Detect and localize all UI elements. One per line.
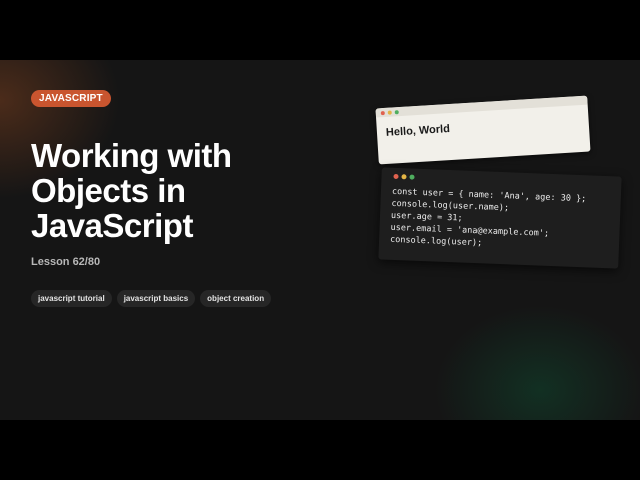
topic-badge: JAVASCRIPT: [31, 90, 111, 107]
close-dot-icon: [380, 110, 385, 115]
code-block: const user = { name: 'Ana', age: 30 }; c…: [390, 186, 587, 253]
title-line-2: Objects in: [31, 172, 186, 209]
code-editor-window: const user = { name: 'Ana', age: 30 }; c…: [378, 167, 622, 269]
video-frame: JAVASCRIPT Working with Objects in JavaS…: [0, 0, 640, 480]
page-title: Working with Objects in JavaScript: [31, 138, 331, 243]
maximize-dot-icon: [409, 174, 415, 180]
minimize-dot-icon: [401, 174, 407, 180]
minimize-dot-icon: [387, 110, 392, 115]
tag-chip: object creation: [200, 290, 272, 307]
title-line-1: Working with: [31, 137, 232, 174]
browser-title-bar: [375, 95, 588, 118]
editor-window-controls: [393, 173, 415, 180]
tag-chip: javascript basics: [116, 290, 196, 307]
lesson-thumbnail: JAVASCRIPT Working with Objects in JavaS…: [0, 60, 640, 420]
lesson-number: Lesson 62/80: [31, 256, 101, 268]
browser-preview-window: Hello, World: [375, 95, 591, 165]
tag-list: javascript tutorial javascript basics ob…: [31, 290, 272, 307]
maximize-dot-icon: [394, 109, 399, 114]
tag-chip: javascript tutorial: [31, 290, 112, 307]
browser-output-text: Hello, World: [385, 123, 451, 139]
title-line-3: JavaScript: [31, 207, 193, 244]
close-dot-icon: [393, 173, 399, 180]
letterbox-bottom: [0, 420, 640, 480]
letterbox-top: [0, 0, 640, 60]
